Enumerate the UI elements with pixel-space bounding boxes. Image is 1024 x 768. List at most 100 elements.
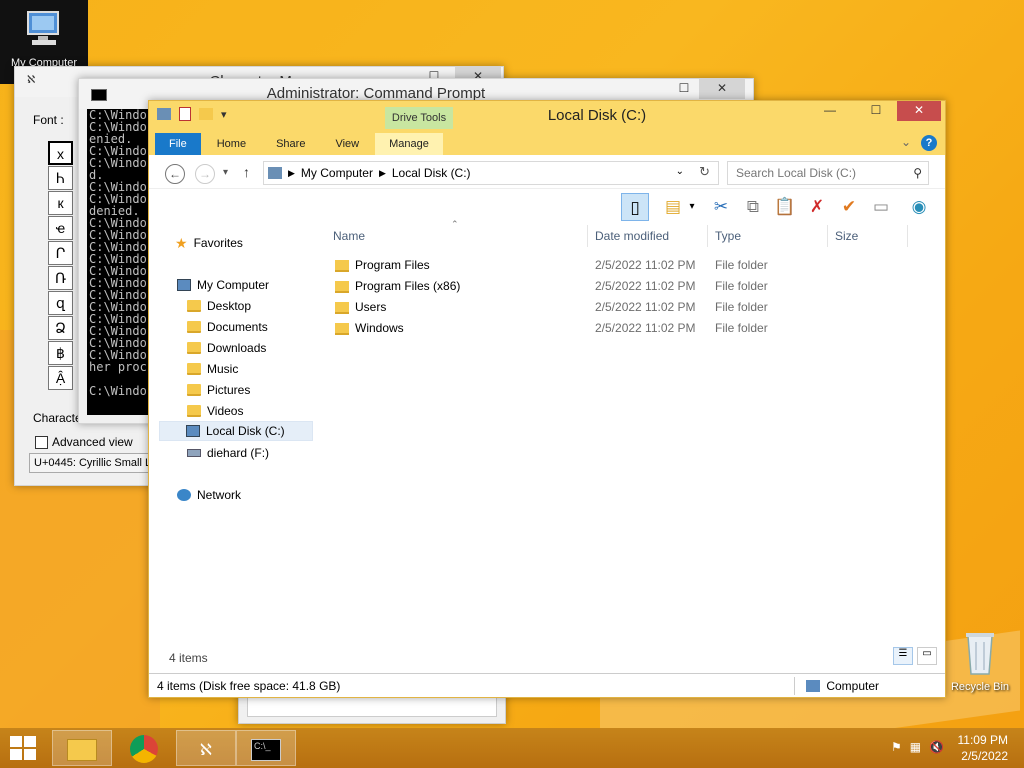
properties-icon[interactable] xyxy=(179,107,191,121)
sidebar-item-my-computer[interactable]: My Computer xyxy=(177,275,269,295)
file-explorer-icon xyxy=(67,739,97,762)
paste-button[interactable]: 📋 xyxy=(771,193,799,221)
desktop-icon-recycle-bin[interactable]: Recycle Bin xyxy=(940,630,1020,693)
character-cell[interactable]: զ xyxy=(48,291,73,315)
file-list: ⌃ Name Date modified Type Size Program F… xyxy=(325,219,939,645)
tab-view[interactable]: View xyxy=(321,133,373,155)
volume-muted-icon[interactable]: 🔇 xyxy=(929,740,944,754)
character-cell[interactable]: х xyxy=(48,141,73,165)
column-divider[interactable] xyxy=(827,225,828,247)
table-row[interactable]: Program Files (x86) 2/5/2022 11:02 PM Fi… xyxy=(325,276,939,297)
column-header-size[interactable]: Size xyxy=(835,229,858,243)
breadcrumb-my-computer[interactable]: My Computer xyxy=(301,166,373,180)
character-cell[interactable]: ฿ xyxy=(48,341,73,365)
checkbox-box[interactable] xyxy=(35,435,48,449)
cut-button[interactable]: ✂ xyxy=(707,193,735,221)
copy-button[interactable]: ⧉ xyxy=(739,193,767,221)
sidebar-item-videos[interactable]: Videos xyxy=(187,401,243,421)
properties-button[interactable]: ▭ xyxy=(867,193,895,221)
windows-start-icon[interactable] xyxy=(10,736,38,760)
chevron-down-icon[interactable]: ▾ xyxy=(221,108,227,121)
clock[interactable]: 11:09 PM 2/5/2022 xyxy=(958,732,1008,764)
breadcrumb-separator-icon: ▶ xyxy=(378,167,386,178)
maximize-button[interactable]: ☐ xyxy=(853,101,899,121)
sidebar-item-favorites[interactable]: ★ Favorites xyxy=(175,233,243,253)
minimize-button[interactable]: — xyxy=(807,101,853,121)
column-divider[interactable] xyxy=(707,225,708,247)
forward-button[interactable]: → xyxy=(195,164,215,184)
drive-icon xyxy=(186,425,200,437)
search-input[interactable]: Search Local Disk (C:) ⚲ xyxy=(727,161,929,185)
address-dropdown-icon[interactable]: ⌄ xyxy=(676,166,684,177)
table-row[interactable]: Windows 2/5/2022 11:02 PM File folder xyxy=(325,318,939,339)
table-row[interactable]: Users 2/5/2022 11:02 PM File folder xyxy=(325,297,939,318)
rename-button[interactable]: ✔ xyxy=(835,193,863,221)
sidebar-item-local-disk[interactable]: Local Disk (C:) xyxy=(159,421,313,441)
delete-button[interactable]: ✗ xyxy=(803,193,831,221)
sidebar-item-diehard[interactable]: diehard (F:) xyxy=(187,443,269,463)
network-status-icon[interactable]: ▦ xyxy=(910,740,921,754)
column-divider[interactable] xyxy=(907,225,908,247)
folder-options-button[interactable]: ▤ xyxy=(659,193,687,221)
action-center-flag-icon[interactable]: ⚑ xyxy=(891,740,902,754)
file-type: File folder xyxy=(715,258,768,272)
character-cell[interactable]: Ռ xyxy=(48,266,73,290)
sidebar-item-label: Network xyxy=(197,488,242,502)
folder-icon xyxy=(335,323,349,335)
sidebar-item-documents[interactable]: Documents xyxy=(187,317,268,337)
up-button[interactable]: ↑ xyxy=(243,164,250,180)
advanced-view-checkbox[interactable]: Advanced view xyxy=(35,435,133,449)
column-header-name[interactable]: Name xyxy=(333,229,365,243)
new-folder-icon[interactable] xyxy=(199,108,213,120)
recent-locations-chevron-icon[interactable]: ▾ xyxy=(223,167,228,178)
title-bar[interactable]: ▾ Drive Tools Local Disk (C:) — ☐ ✕ xyxy=(149,101,945,131)
character-cell[interactable]: Ր xyxy=(48,241,73,265)
network-globe-button[interactable]: ◉ xyxy=(905,193,933,221)
details-view-icon[interactable]: ☰ xyxy=(893,647,913,665)
address-bar[interactable]: ▶ My Computer ▶ Local Disk (C:) ⌄ ↻ xyxy=(263,161,719,185)
large-icons-view-icon[interactable]: ▭ xyxy=(917,647,937,665)
breadcrumb-local-disk[interactable]: Local Disk (C:) xyxy=(392,166,471,180)
tab-share[interactable]: Share xyxy=(262,133,319,155)
chevron-down-icon[interactable]: ▾ xyxy=(685,193,699,221)
taskbar-chrome[interactable] xyxy=(114,730,174,766)
back-button[interactable]: ← xyxy=(165,164,185,184)
taskbar-file-explorer[interactable] xyxy=(52,730,112,766)
desktop-icon-label: Recycle Bin xyxy=(950,681,1010,693)
column-divider[interactable] xyxy=(587,225,588,247)
search-icon[interactable]: ⚲ xyxy=(913,162,922,184)
taskbar: ℵ C:\_ ⚑ ▦ 🔇 11:09 PM 2/5/2022 xyxy=(0,728,1024,768)
sidebar-item-label: Music xyxy=(207,362,239,376)
file-explorer-window[interactable]: ▾ Drive Tools Local Disk (C:) — ☐ ✕ File… xyxy=(148,100,946,698)
taskbar-command-prompt[interactable]: C:\_ xyxy=(236,730,296,766)
character-cell[interactable]: к xyxy=(48,191,73,215)
search-placeholder: Search Local Disk (C:) xyxy=(736,166,857,180)
character-cell[interactable]: Ꮒ xyxy=(48,166,73,190)
close-button[interactable]: ✕ xyxy=(699,79,745,99)
close-button[interactable]: ✕ xyxy=(897,101,941,121)
refresh-icon[interactable]: ↻ xyxy=(699,164,710,180)
sidebar-item-network[interactable]: Network xyxy=(177,485,241,505)
tab-manage[interactable]: Manage xyxy=(375,133,443,155)
taskbar-character-map[interactable]: ℵ xyxy=(176,730,236,766)
column-header-date[interactable]: Date modified xyxy=(595,229,669,243)
file-name: Program Files (x86) xyxy=(355,279,461,293)
star-icon: ★ xyxy=(175,235,188,251)
table-row[interactable]: Program Files 2/5/2022 11:02 PM File fol… xyxy=(325,255,939,276)
file-date: 2/5/2022 11:02 PM xyxy=(595,321,696,335)
tab-file[interactable]: File xyxy=(155,133,201,155)
sidebar-item-pictures[interactable]: Pictures xyxy=(187,380,250,400)
character-cell[interactable]: Ձ xyxy=(48,316,73,340)
sidebar-item-downloads[interactable]: Downloads xyxy=(187,338,266,358)
character-cell[interactable]: Ậ xyxy=(48,366,73,390)
sidebar-item-desktop[interactable]: Desktop xyxy=(187,296,251,316)
expand-ribbon-icon[interactable]: ⌄ xyxy=(901,135,911,151)
column-header-type[interactable]: Type xyxy=(715,229,741,243)
preview-pane-button[interactable]: ▯ xyxy=(621,193,649,221)
sidebar-item-music[interactable]: Music xyxy=(187,359,238,379)
help-icon[interactable]: ? xyxy=(921,135,937,151)
status-zone-label: Computer xyxy=(826,679,879,693)
character-cell[interactable]: ҽ xyxy=(48,216,73,240)
quick-access-toolbar: ▾ xyxy=(157,107,227,121)
tab-home[interactable]: Home xyxy=(203,133,260,155)
